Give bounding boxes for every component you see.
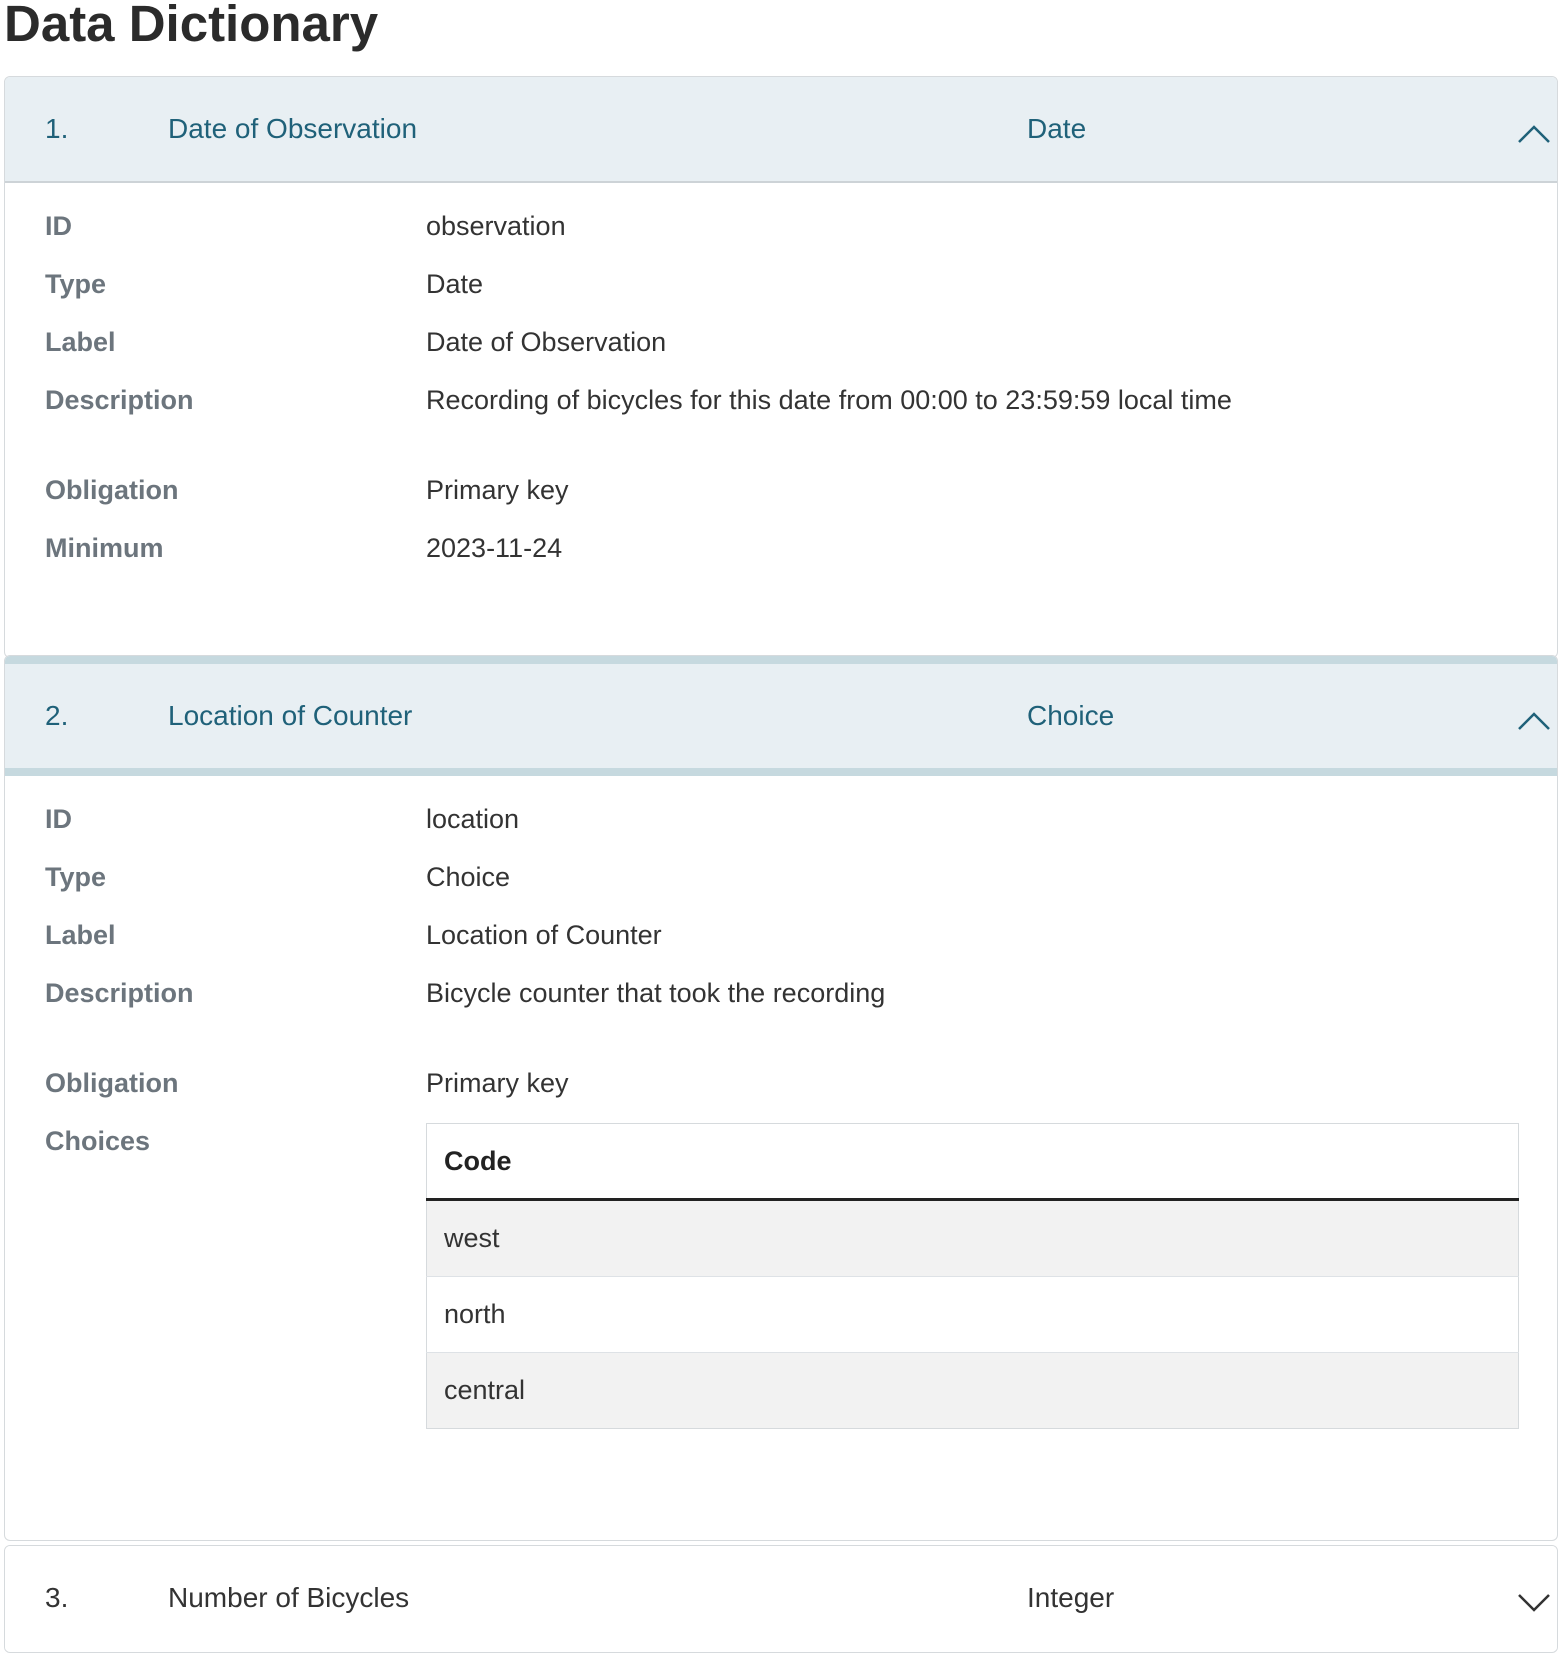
detail-value: Choice [426,862,511,892]
detail-label: Description [45,385,194,415]
detail-value: Bicycle counter that took the recording [426,978,886,1008]
detail-value: Primary key [426,475,569,505]
field-number: 1. [45,113,69,144]
choice-code: west [426,1199,1519,1277]
detail-value: Location of Counter [426,920,662,950]
field-header-1[interactable]: 1. Date of Observation Date [5,77,1557,183]
detail-label: Obligation [45,1068,179,1098]
field-title: Location of Counter [168,700,413,731]
detail-label: Type [45,269,107,299]
field-header-2[interactable]: 2. Location of Counter Choice [5,656,1557,776]
chevron-up-icon[interactable] [1517,119,1551,143]
detail-label: Label [45,920,116,950]
detail-value: 2023-11-24 [426,533,563,563]
detail-value: observation [426,211,566,241]
field-panel-3: 3. Number of Bicycles Integer [4,1545,1558,1653]
table-row: north [426,1276,1519,1353]
detail-label: Description [45,978,194,1008]
detail-value: location [426,804,520,834]
field-header-3[interactable]: 3. Number of Bicycles Integer [5,1546,1557,1650]
field-number: 2. [45,700,69,731]
table-row: central [426,1352,1519,1429]
choices-table: Code west north central [426,1123,1519,1429]
choice-code: north [426,1276,1519,1353]
field-number: 3. [45,1582,69,1613]
detail-label: Obligation [45,475,179,505]
detail-value: Recording of bicycles for this date from… [426,385,1232,415]
detail-label: ID [45,804,72,834]
field-type: Choice [1027,700,1115,731]
detail-label: Minimum [45,533,164,563]
table-row: west [426,1199,1519,1277]
field-panel-1: 1. Date of Observation Date ID observatio… [4,76,1558,658]
detail-value: Primary key [426,1068,569,1098]
detail-label: ID [45,211,72,241]
choice-code: central [426,1352,1519,1429]
field-type: Date [1027,113,1087,144]
field-type: Integer [1027,1582,1115,1613]
detail-label: Choices [45,1126,151,1156]
page-title: Data Dictionary [4,0,379,52]
chevron-up-icon[interactable] [1517,706,1551,730]
field-title: Date of Observation [168,113,418,144]
field-title: Number of Bicycles [168,1582,410,1613]
detail-value: Date [426,269,484,299]
choices-header-code: Code [426,1123,1519,1201]
field-panel-2: 2. Location of Counter Choice ID location… [4,655,1558,1541]
detail-label: Label [45,327,116,357]
detail-label: Type [45,862,107,892]
detail-value: Date of Observation [426,327,667,357]
chevron-down-icon[interactable] [1517,1588,1551,1612]
